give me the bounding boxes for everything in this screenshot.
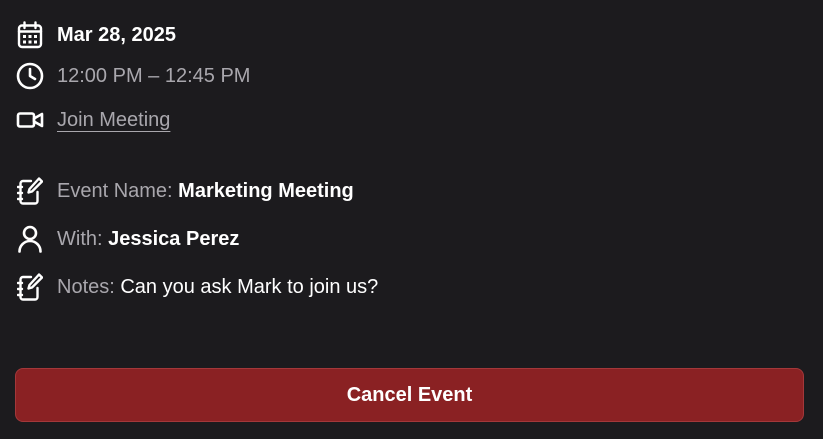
join-meeting-link[interactable]: Join Meeting [57, 108, 170, 132]
video-camera-icon [16, 106, 44, 134]
with-label: With: [57, 228, 109, 250]
notes-value: Can you ask Mark to join us? [120, 276, 379, 298]
notes-row: Notes: Can you ask Mark to join us? [16, 271, 378, 303]
event-details-panel: Mar 28, 2025 12:00 PM – 12:45 PM Join Me… [0, 0, 823, 439]
event-name-label: Event Name: [57, 180, 179, 202]
event-name-value: Marketing Meeting [178, 180, 354, 202]
notebook-edit-icon [16, 273, 44, 301]
clock-icon [16, 62, 44, 90]
notes-label: Notes: [57, 276, 121, 298]
event-name-row: Event Name: Marketing Meeting [16, 175, 354, 207]
with-value: Jessica Perez [108, 228, 240, 250]
event-date: Mar 28, 2025 [57, 24, 176, 46]
time-row: 12:00 PM – 12:45 PM [16, 60, 250, 92]
with-row: With: Jessica Perez [16, 223, 239, 255]
calendar-icon [16, 21, 44, 49]
cancel-event-button[interactable]: Cancel Event [15, 368, 804, 422]
with-person: With: Jessica Perez [57, 227, 239, 251]
event-time: 12:00 PM – 12:45 PM [57, 65, 251, 87]
event-name: Event Name: Marketing Meeting [57, 179, 354, 203]
date-row: Mar 28, 2025 [16, 19, 176, 51]
notes: Notes: Can you ask Mark to join us? [57, 275, 378, 299]
notebook-edit-icon [16, 177, 44, 205]
person-icon [16, 225, 44, 253]
join-meeting-row: Join Meeting [16, 104, 170, 136]
